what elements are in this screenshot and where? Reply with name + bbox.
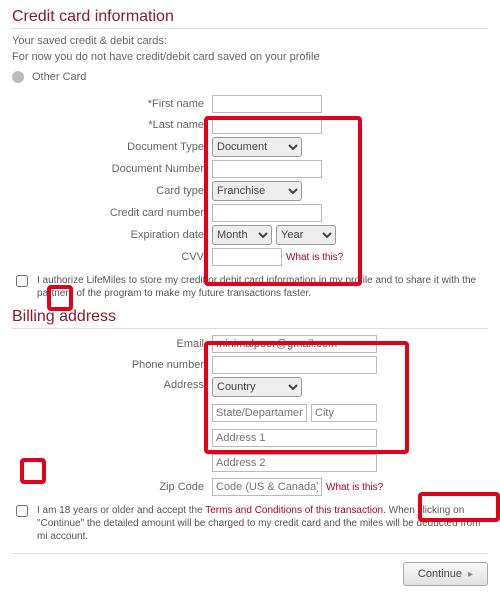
continue-button[interactable]: Continue ▸ xyxy=(403,562,488,586)
cc-nocard-text: For now you do not have credit/debit car… xyxy=(12,51,488,63)
last-name-input[interactable] xyxy=(212,116,322,134)
chevron-right-icon: ▸ xyxy=(468,569,473,580)
other-card-option[interactable]: Other Card xyxy=(12,71,488,83)
label-card-type: Card type xyxy=(12,185,212,197)
cc-heading: Credit card information xyxy=(12,8,488,29)
label-email: Email xyxy=(12,338,212,350)
cc-saved-text: Your saved credit & debit cards: xyxy=(12,35,488,47)
first-name-input[interactable] xyxy=(212,95,322,113)
terms-row: I am 18 years or older and accept the Te… xyxy=(12,504,488,543)
cc-form: *First name *Last name Document Type Doc… xyxy=(12,95,488,266)
label-doc-number: Document Number xyxy=(12,163,212,175)
state-input[interactable] xyxy=(212,404,307,422)
radio-icon xyxy=(12,71,24,83)
action-bar: Continue ▸ xyxy=(12,553,488,586)
label-cvv: CVV xyxy=(12,251,212,263)
label-first-name: *First name xyxy=(12,98,212,110)
label-address: Address xyxy=(12,377,212,391)
exp-year-select[interactable]: Year xyxy=(276,225,336,245)
other-card-label: Other Card xyxy=(32,71,86,83)
label-last-name: *Last name xyxy=(12,119,212,131)
label-cc-number: Credit card number xyxy=(12,207,212,219)
cc-number-input[interactable] xyxy=(212,204,322,222)
zip-help-link[interactable]: What is this? xyxy=(326,482,383,493)
phone-input[interactable] xyxy=(212,356,377,374)
continue-label: Continue xyxy=(418,568,462,580)
label-phone: Phone number xyxy=(12,359,212,371)
doc-number-input[interactable] xyxy=(212,160,322,178)
address2-input[interactable] xyxy=(212,454,377,472)
address1-input[interactable] xyxy=(212,429,377,447)
card-type-select[interactable]: Franchise xyxy=(212,181,302,201)
authorize-checkbox[interactable] xyxy=(16,275,28,287)
country-select[interactable]: Country xyxy=(212,377,302,397)
authorize-text: I authorize LifeMiles to store my credit… xyxy=(37,274,488,300)
cvv-input[interactable] xyxy=(212,248,282,266)
billing-heading: Billing address xyxy=(12,308,488,329)
zip-input[interactable] xyxy=(212,478,322,496)
page-root: Credit card information Your saved credi… xyxy=(12,8,488,586)
label-zip: Zip Code xyxy=(12,481,212,493)
city-input[interactable] xyxy=(311,404,377,422)
label-doc-type: Document Type xyxy=(12,141,212,153)
label-exp: Expiration date xyxy=(12,229,212,241)
cvv-help-link[interactable]: What is this? xyxy=(286,252,343,263)
exp-month-select[interactable]: Month xyxy=(212,225,272,245)
billing-form: Email Phone number Address Country Zip C… xyxy=(12,335,488,496)
terms-text: I am 18 years or older and accept the Te… xyxy=(37,504,488,543)
authorize-row: I authorize LifeMiles to store my credit… xyxy=(12,274,488,300)
email-input[interactable] xyxy=(212,335,377,353)
doc-type-select[interactable]: Document xyxy=(212,137,302,157)
